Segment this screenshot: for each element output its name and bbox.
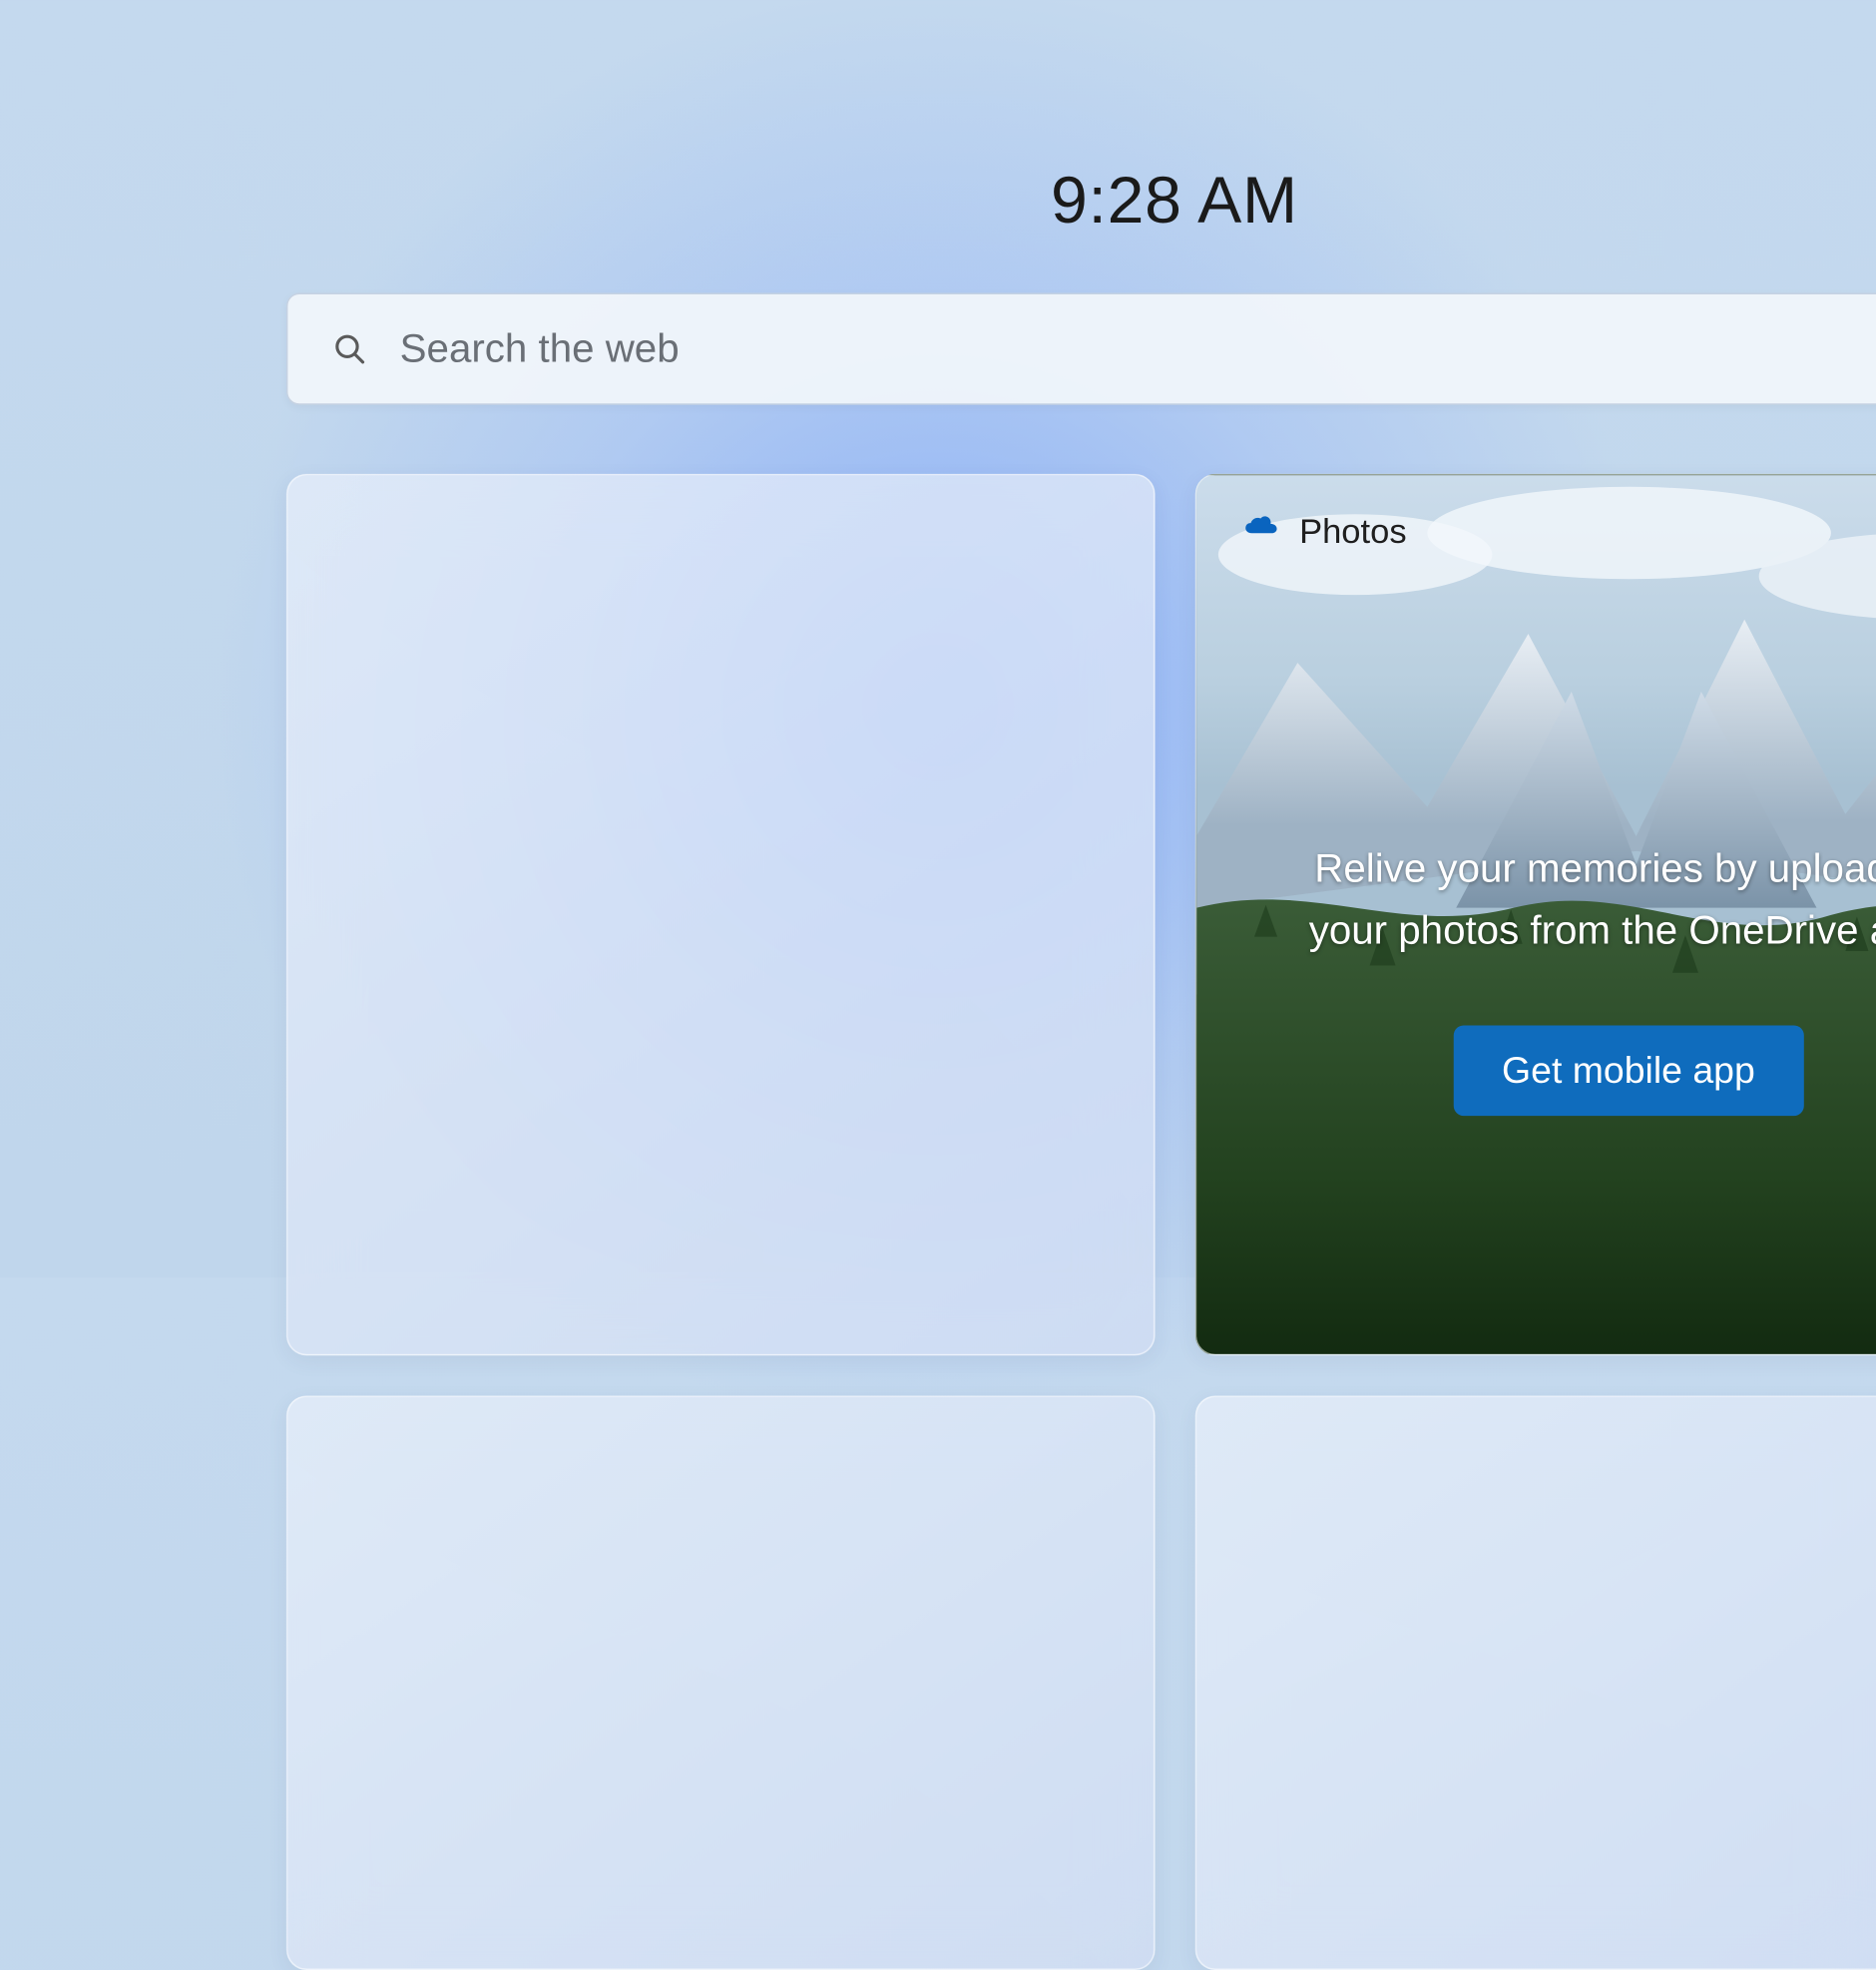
search-icon	[331, 330, 368, 367]
photos-widget-title: Photos	[1299, 513, 1407, 553]
photos-widget-message: Relive your memories by uploading your p…	[1270, 837, 1876, 962]
widgets-board: 9:28 AM	[286, 161, 1876, 1970]
search-input[interactable]	[400, 326, 1876, 372]
clock-time: 9:28 AM	[286, 161, 1876, 239]
get-mobile-app-button[interactable]: Get mobile app	[1453, 1025, 1804, 1116]
widget-placeholder-3[interactable]	[1194, 1396, 1876, 1970]
widget-placeholder-2[interactable]	[286, 1396, 1155, 1970]
photos-widget[interactable]: Photos Relive your memories by uploading…	[1194, 474, 1876, 1355]
widgets-grid: Photos Relive your memories by uploading…	[286, 474, 1876, 1970]
search-bar[interactable]	[286, 293, 1876, 405]
widget-placeholder-1[interactable]	[286, 474, 1155, 1355]
onedrive-icon	[1242, 514, 1279, 551]
